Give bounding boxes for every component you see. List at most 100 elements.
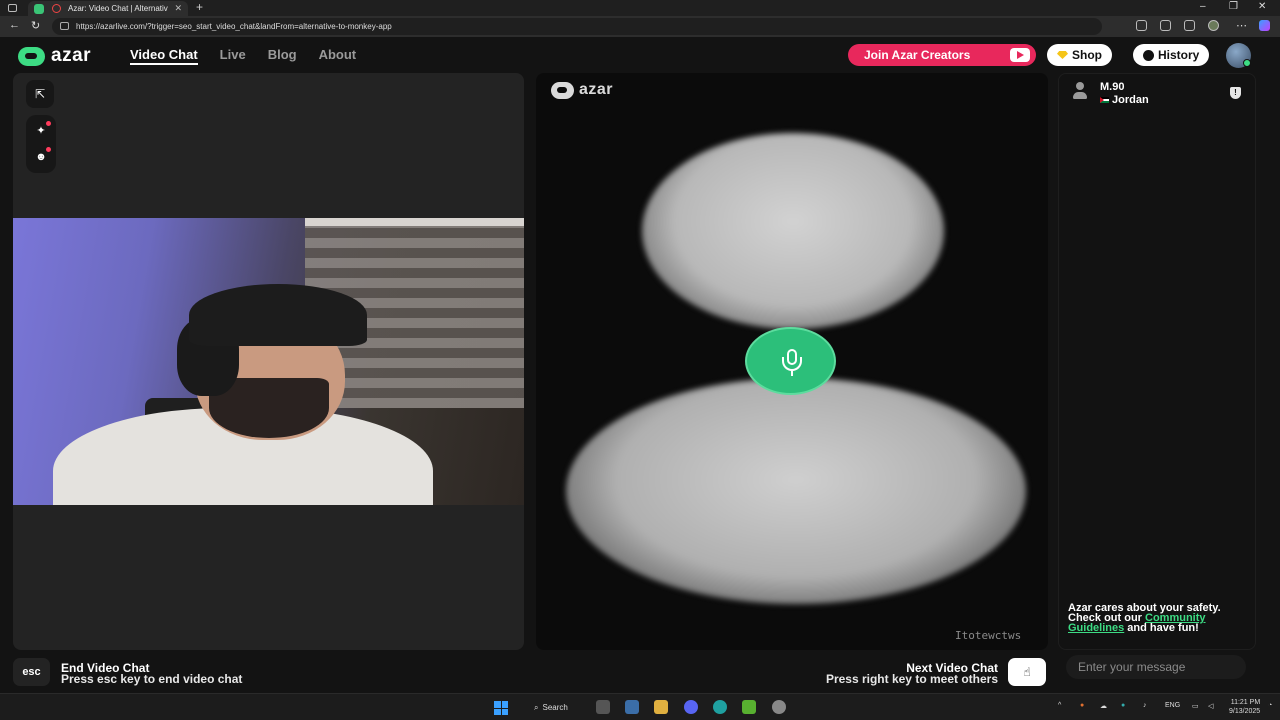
face-filter-icon[interactable]: ☻ [35, 151, 47, 163]
network-icon[interactable]: ▭ [1192, 702, 1199, 710]
blurred-partner-top [642, 133, 944, 329]
logo-text: azar [51, 45, 92, 66]
settings-app-icon[interactable] [596, 700, 610, 714]
windows-taskbar: ⌕ Search ^ ● ☁ ● ♪ ENG ▭ ◁ 11:21 PM 9/13… [0, 693, 1280, 720]
join-creators-label: Join Azar Creators [864, 48, 971, 62]
window-menu-icon[interactable] [8, 4, 17, 12]
partner-watermark-text: Itotewctws [955, 629, 1022, 642]
nav-blog[interactable]: Blog [268, 47, 297, 65]
next-chat-subtitle: Press right key to meet others [825, 672, 998, 686]
jordan-flag-icon [1100, 97, 1109, 103]
partner-name: M.90 [1100, 81, 1125, 93]
nav-about[interactable]: About [319, 47, 357, 65]
more-icon[interactable]: ⋯ [1236, 19, 1247, 32]
back-icon[interactable]: ← [9, 19, 20, 31]
user-icon [1073, 82, 1087, 100]
chat-panel: M.90 Jordan ! Azar cares about your safe… [1058, 73, 1256, 650]
chrome-app-icon[interactable] [772, 700, 786, 714]
discord-app-icon[interactable] [684, 700, 698, 714]
partner-country-label: Jordan [1112, 94, 1149, 106]
safety-notice: Azar cares about your safety. Check out … [1068, 603, 1248, 634]
partner-logo-text: azar [579, 81, 614, 98]
join-creators-button[interactable]: Join Azar Creators [848, 44, 1036, 66]
tab-close-icon[interactable]: ✕ [174, 3, 182, 14]
top-navigation: azar Video Chat Live Blog About Join Aza… [0, 37, 1280, 73]
partner-country: Jordan [1100, 94, 1149, 106]
microphone-stem [791, 371, 793, 376]
history-label: History [1158, 48, 1200, 62]
nav-live[interactable]: Live [220, 47, 246, 65]
next-chat-button[interactable]: ☝ [1008, 658, 1046, 686]
windows-start-icon[interactable] [494, 701, 508, 715]
clock-date: 9/13/2025 [1229, 708, 1261, 715]
site-info-icon[interactable] [60, 22, 69, 30]
reload-icon[interactable]: ↻ [31, 19, 40, 32]
nav-video-chat[interactable]: Video Chat [130, 47, 198, 65]
photos-app-icon[interactable] [625, 700, 639, 714]
volume-icon[interactable]: ◁ [1208, 702, 1213, 710]
report-icon[interactable]: ! [1230, 87, 1241, 99]
file-explorer-icon[interactable] [654, 700, 668, 714]
shop-button[interactable]: Shop [1047, 44, 1112, 66]
hand-pointer-icon: ☝ [1023, 665, 1031, 679]
clock-icon [1143, 49, 1154, 61]
clock-time: 11:21 PM [1230, 699, 1261, 706]
self-camera-feed [13, 218, 524, 505]
blinds-frame [305, 218, 524, 226]
edge-app-icon[interactable] [713, 700, 727, 714]
minimize-icon[interactable]: – [1200, 1, 1206, 12]
blurred-partner-bottom [566, 378, 1026, 604]
search-icon: ⌕ [534, 702, 539, 712]
azar-logo[interactable]: azar [18, 45, 91, 67]
restore-icon[interactable]: ❐ [1229, 1, 1238, 12]
partner-video-logo: azar [551, 81, 613, 99]
notification-bell-icon[interactable]: ◔ [1268, 702, 1272, 709]
partner-video-panel: azar Itotewctws [536, 73, 1048, 650]
youtube-icon [1010, 48, 1030, 62]
gem-icon [1057, 51, 1068, 59]
tray-overflow-icon[interactable]: ^ [1058, 702, 1061, 709]
filter-notification-dot [46, 147, 51, 152]
microphone-button[interactable] [745, 327, 836, 395]
recording-icon [52, 4, 61, 13]
person-cap [189, 284, 367, 346]
shop-label: Shop [1072, 48, 1102, 62]
close-window-icon[interactable]: ✕ [1258, 1, 1266, 12]
microphone-arc [782, 357, 802, 371]
collections-icon[interactable] [1184, 20, 1195, 31]
onedrive-icon[interactable]: ☁ [1100, 702, 1107, 710]
extensions-icon[interactable] [1136, 20, 1147, 31]
tab-title: Azar: Video Chat | Alternativ [68, 4, 168, 13]
azar-app: azar Video Chat Live Blog About Join Aza… [0, 37, 1280, 693]
browser-tab-bar: Azar: Video Chat | Alternativ ✕ + – ❐ ✕ [0, 0, 1280, 16]
swap-view-icon: ⇱ [34, 87, 46, 101]
copilot-icon[interactable] [1259, 20, 1270, 31]
safety-suffix: and have fun! [1124, 622, 1199, 634]
swap-view-button[interactable]: ⇱ [26, 80, 54, 108]
sparkle-effects-icon[interactable]: ✦ [35, 125, 47, 137]
new-tab-icon[interactable]: + [196, 0, 203, 14]
end-chat-subtitle: Press esc key to end video chat [61, 672, 243, 686]
url-field[interactable]: https://azarlive.com/?trigger=seo_start_… [52, 18, 1102, 35]
tray-network-app-icon[interactable]: ● [1121, 702, 1125, 709]
media-player-icon[interactable] [742, 700, 756, 714]
bottom-controls: esc End Video Chat Press esc key to end … [0, 655, 1280, 693]
effects-notification-dot [46, 121, 51, 126]
end-chat-esc-button[interactable]: esc [13, 658, 50, 686]
self-video-panel: ⇱ ✦ ☻ [13, 73, 524, 650]
online-status-icon [1243, 59, 1251, 67]
azar-favicon-icon [34, 4, 44, 14]
browser-tab[interactable]: Azar: Video Chat | Alternativ ✕ [28, 1, 188, 16]
tray-app-icon[interactable]: ● [1080, 702, 1084, 709]
history-button[interactable]: History [1133, 44, 1210, 66]
taskbar-clock[interactable]: 11:21 PM 9/13/2025 [1229, 698, 1260, 716]
language-indicator[interactable]: ENG [1165, 702, 1180, 709]
microphone-tray-icon[interactable]: ♪ [1143, 702, 1147, 709]
favorites-icon[interactable] [1160, 20, 1171, 31]
profile-icon[interactable] [1208, 20, 1219, 31]
effects-toolbar: ✦ ☻ [26, 115, 56, 173]
browser-address-bar: ← ↻ https://azarlive.com/?trigger=seo_st… [0, 16, 1280, 37]
taskbar-search[interactable]: ⌕ Search [526, 698, 582, 717]
message-input[interactable] [1066, 655, 1246, 679]
url-text: https://azarlive.com/?trigger=seo_start_… [76, 22, 392, 31]
